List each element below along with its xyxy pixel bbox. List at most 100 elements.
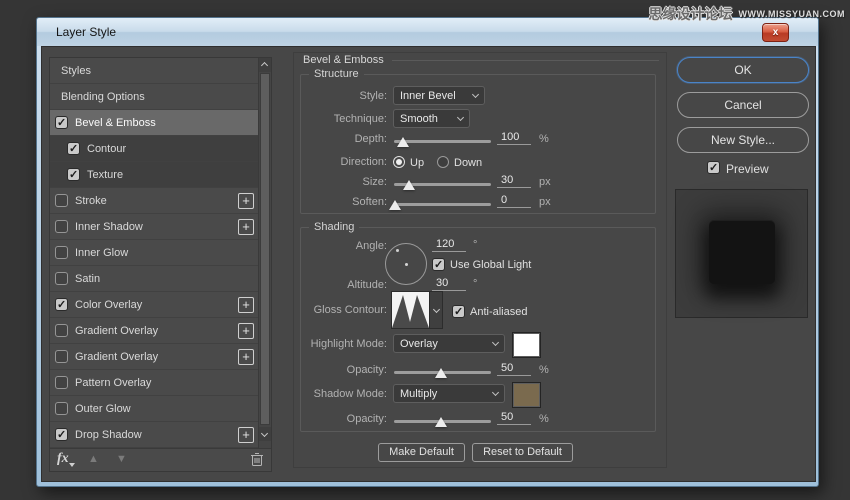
move-effect-down-button[interactable]: ▼ [116, 453, 127, 465]
technique-dropdown[interactable]: Smooth [393, 109, 470, 128]
sidebar-item-drop-shadow[interactable]: Drop Shadow [50, 422, 258, 448]
highlight-color-swatch[interactable] [512, 332, 541, 358]
watermark: 思缘设计论坛 WWW.MISSYUAN.COM [649, 4, 846, 24]
highlight-opacity-value-field[interactable]: 50 [497, 362, 531, 376]
preview-checkbox[interactable] [707, 161, 720, 174]
add-effect-button[interactable] [238, 427, 254, 443]
shadow-mode-label: Shadow Mode: [313, 388, 387, 400]
checkbox-unchecked-icon[interactable] [55, 194, 68, 207]
sidebar-item-pattern-overlay[interactable]: Pattern Overlay [50, 370, 258, 396]
new-style-button[interactable]: New Style... [677, 127, 809, 153]
close-button[interactable]: x [762, 23, 789, 42]
use-global-light-checkbox[interactable] [432, 258, 445, 271]
depth-slider-thumb[interactable] [397, 137, 409, 147]
chevron-down-icon [260, 429, 269, 438]
checkbox-checked-icon[interactable] [55, 428, 68, 441]
cancel-button[interactable]: Cancel [677, 92, 809, 118]
style-label: Style: [359, 90, 387, 102]
shadow-color-swatch[interactable] [512, 382, 541, 408]
item-label: Gradient Overlay [75, 350, 159, 363]
soften-value-field[interactable]: 0 [497, 194, 531, 208]
scroll-down-button[interactable] [259, 427, 271, 441]
shadow-opacity-value-field[interactable]: 50 [497, 411, 531, 425]
size-value-field[interactable]: 30 [497, 174, 531, 188]
sidebar-item-color-overlay[interactable]: Color Overlay [50, 292, 258, 318]
highlight-opacity-slider[interactable] [394, 368, 491, 378]
delete-effect-button[interactable] [250, 452, 264, 470]
soften-slider[interactable] [389, 200, 491, 210]
checkbox-unchecked-icon[interactable] [55, 402, 68, 415]
section-title: Bevel & Emboss [303, 54, 384, 66]
sidebar-item-contour[interactable]: Contour [50, 136, 258, 162]
reset-to-default-button[interactable]: Reset to Default [472, 443, 573, 462]
size-slider[interactable] [394, 180, 491, 190]
item-label: Inner Glow [75, 246, 129, 259]
anti-aliased-label: Anti-aliased [470, 306, 528, 318]
technique-dropdown-value: Smooth [400, 112, 438, 125]
style-dropdown[interactable]: Inner Bevel [393, 86, 485, 105]
shadow-mode-value: Multiply [400, 387, 438, 400]
angle-dial[interactable] [385, 243, 427, 285]
depth-value-field[interactable]: 100 [497, 131, 531, 145]
ok-button[interactable]: OK [677, 57, 809, 83]
sidebar-item-blending-options[interactable]: Blending Options [50, 84, 258, 110]
gloss-contour-picker[interactable] [391, 291, 443, 329]
scroll-up-button[interactable] [259, 58, 271, 72]
scrollbar-thumb[interactable] [260, 73, 270, 425]
chevron-down-icon [491, 388, 500, 397]
checkbox-unchecked-icon[interactable] [55, 350, 68, 363]
make-default-button[interactable]: Make Default [378, 443, 465, 462]
direction-down-label: Down [454, 157, 483, 169]
item-label: Stroke [75, 194, 107, 207]
sidebar-item-outer-glow[interactable]: Outer Glow [50, 396, 258, 422]
watermark-cn-text: 思缘设计论坛 [648, 6, 733, 22]
angle-value-field[interactable]: 120 [432, 238, 466, 252]
item-label: Gradient Overlay [75, 324, 159, 337]
checkbox-checked-icon[interactable] [55, 116, 68, 129]
chevron-down-icon [456, 113, 465, 122]
checkbox-unchecked-icon[interactable] [55, 272, 68, 285]
shadow-mode-dropdown[interactable]: Multiply [393, 384, 505, 403]
shadow-opacity-thumb[interactable] [435, 417, 447, 427]
preview-label: Preview [726, 162, 769, 176]
sidebar-item-gradient-overlay-2[interactable]: Gradient Overlay [50, 344, 258, 370]
sidebar-item-stroke[interactable]: Stroke [50, 188, 258, 214]
depth-slider[interactable] [394, 137, 491, 147]
sidebar-item-texture[interactable]: Texture [50, 162, 258, 188]
highlight-opacity-thumb[interactable] [435, 368, 447, 378]
checkbox-unchecked-icon[interactable] [55, 220, 68, 233]
checkbox-checked-icon[interactable] [55, 298, 68, 311]
add-effect-button[interactable] [238, 349, 254, 365]
direction-down-radio[interactable] [437, 156, 449, 168]
altitude-label: Altitude: [347, 279, 387, 291]
soften-slider-thumb[interactable] [389, 200, 401, 210]
sidebar-item-bevel-emboss[interactable]: Bevel & Emboss [50, 110, 258, 136]
gloss-contour-dropdown-arrow[interactable] [429, 292, 442, 328]
checkbox-unchecked-icon[interactable] [55, 324, 68, 337]
dial-center-dot [405, 263, 408, 266]
fx-menu-button[interactable]: fx [57, 451, 75, 467]
sidebar-item-gradient-overlay-1[interactable]: Gradient Overlay [50, 318, 258, 344]
styles-scrollbar[interactable] [258, 58, 271, 448]
checkbox-checked-icon[interactable] [67, 168, 80, 181]
move-effect-up-button[interactable]: ▲ [88, 453, 99, 465]
layer-style-dialog: Layer Style x Styles Blending Options Be… [36, 17, 819, 487]
add-effect-button[interactable] [238, 219, 254, 235]
add-effect-button[interactable] [238, 297, 254, 313]
altitude-value-field[interactable]: 30 [432, 277, 466, 291]
size-slider-thumb[interactable] [403, 180, 415, 190]
item-label: Drop Shadow [75, 428, 142, 441]
sidebar-item-styles[interactable]: Styles [50, 58, 258, 84]
highlight-mode-dropdown[interactable]: Overlay [393, 334, 505, 353]
sidebar-item-inner-shadow[interactable]: Inner Shadow [50, 214, 258, 240]
checkbox-checked-icon[interactable] [67, 142, 80, 155]
add-effect-button[interactable] [238, 193, 254, 209]
sidebar-item-inner-glow[interactable]: Inner Glow [50, 240, 258, 266]
sidebar-item-satin[interactable]: Satin [50, 266, 258, 292]
checkbox-unchecked-icon[interactable] [55, 376, 68, 389]
shadow-opacity-slider[interactable] [394, 417, 491, 427]
anti-aliased-checkbox[interactable] [452, 305, 465, 318]
add-effect-button[interactable] [238, 323, 254, 339]
checkbox-unchecked-icon[interactable] [55, 246, 68, 259]
direction-up-radio[interactable] [393, 156, 405, 168]
